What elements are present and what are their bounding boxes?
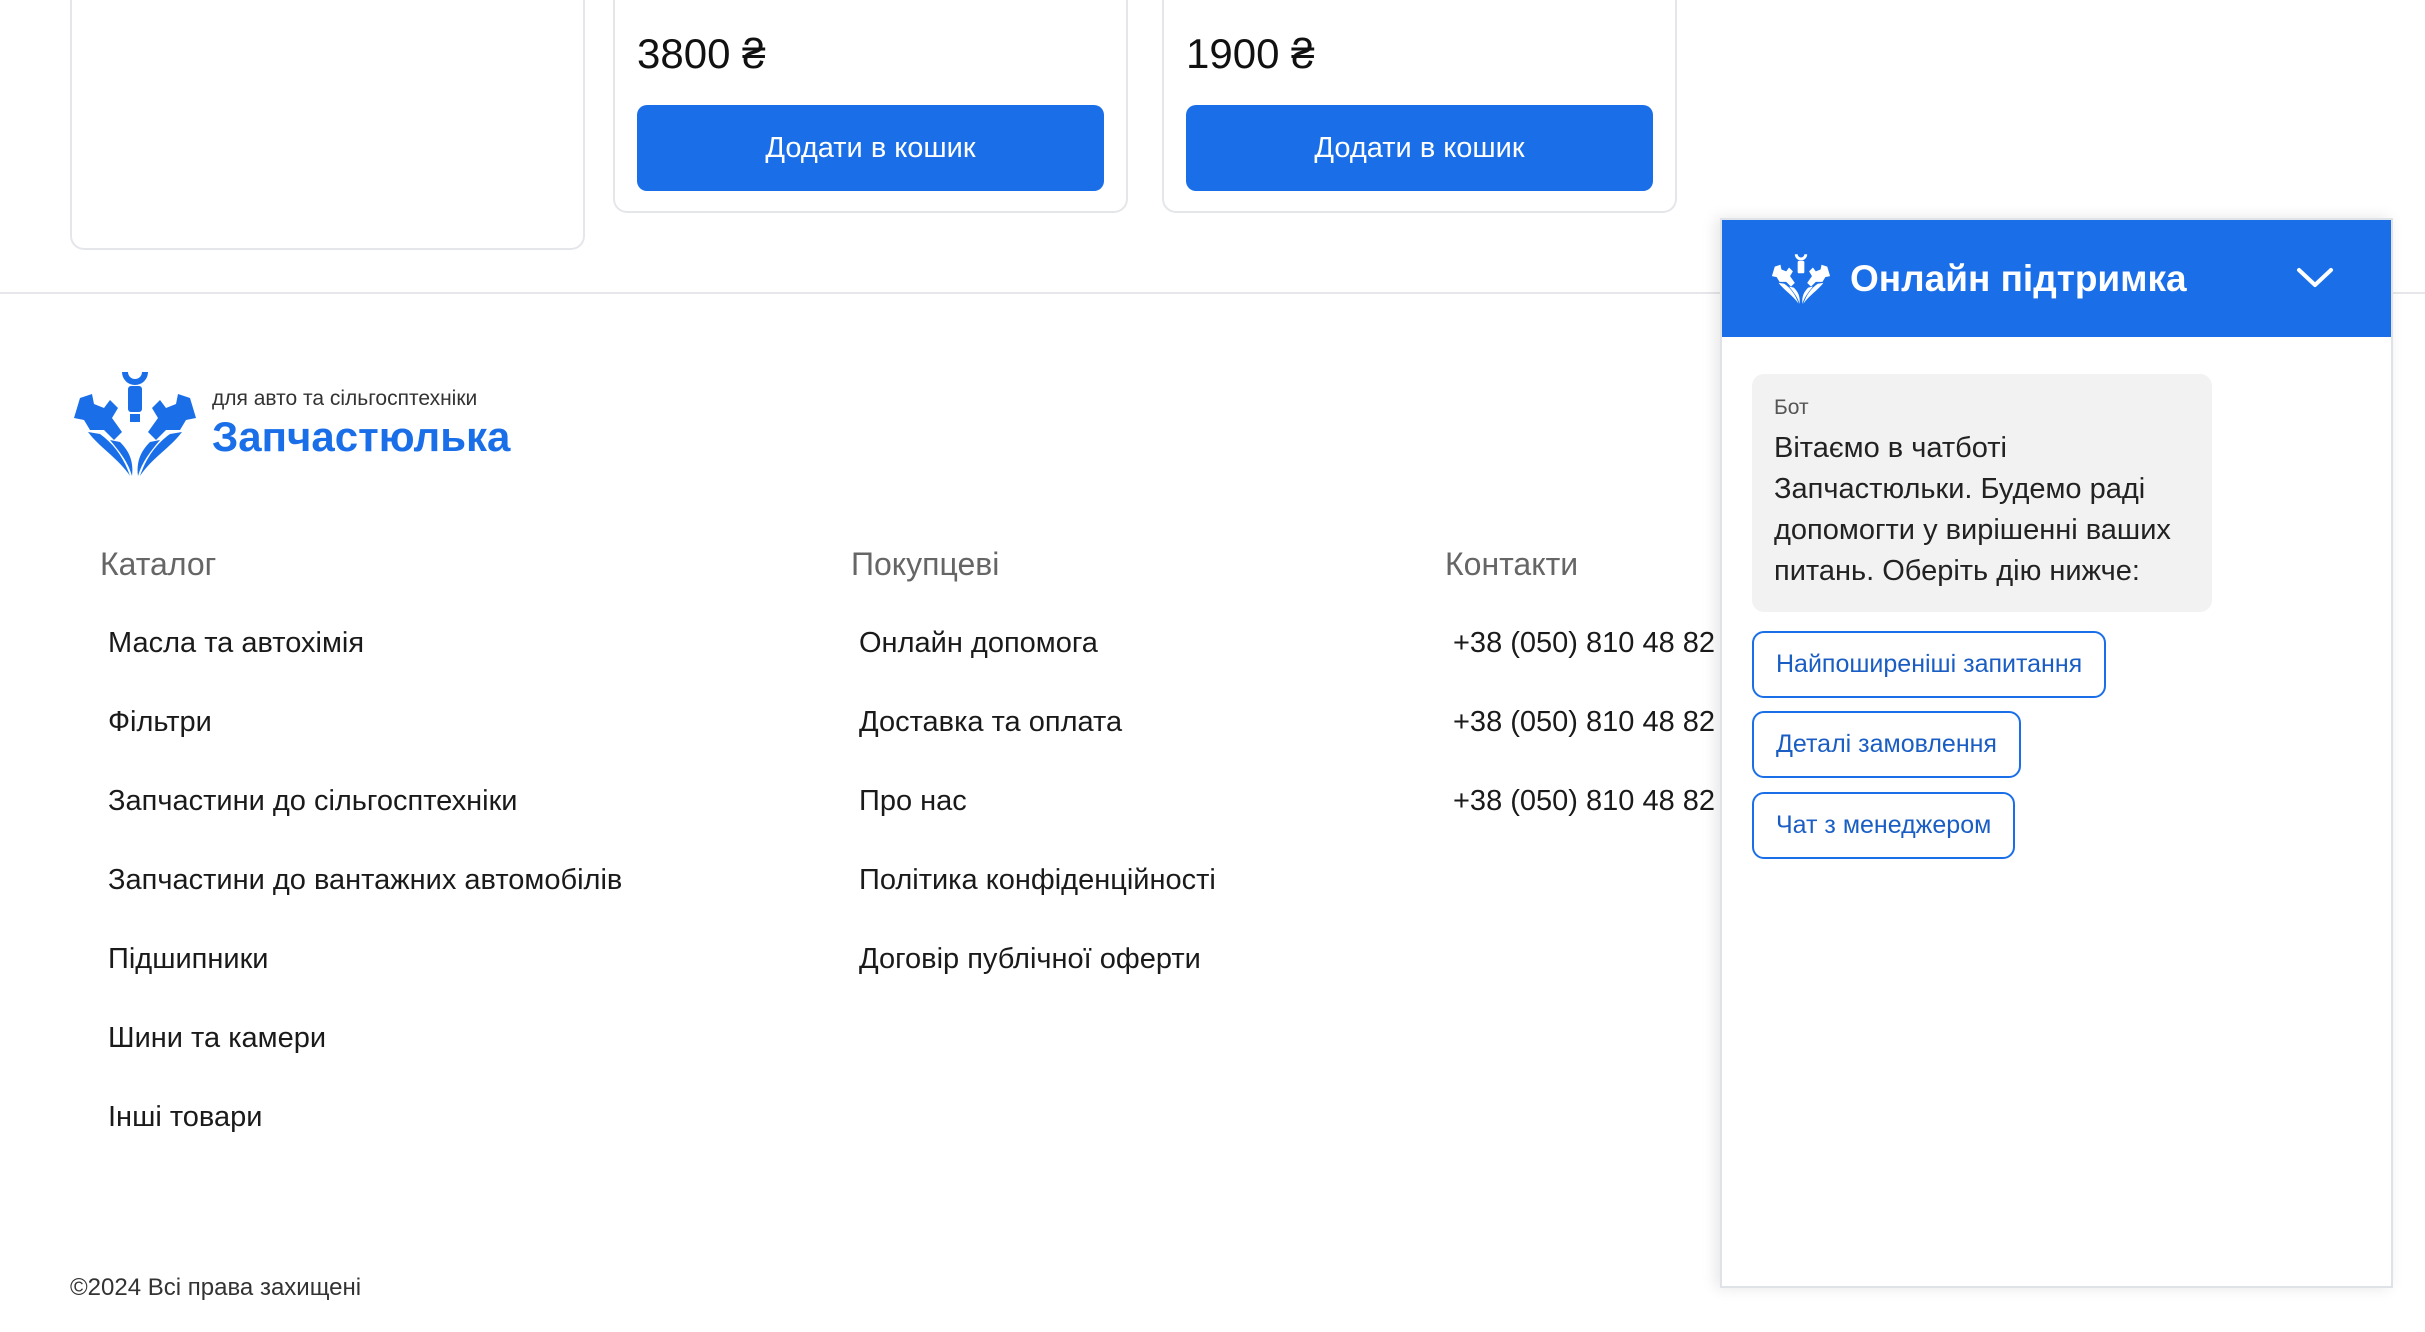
column-title: Контакти [1445, 546, 1579, 582]
footer-column-contacts: Контакти +38 (050) 810 48 82 +38 (050) 8… [1445, 546, 1715, 862]
logo-name: Запчастюлька [212, 413, 511, 460]
support-chat-widget: Онлайн підтримка Бот Вітаємо в чатботі З… [1720, 218, 2393, 1288]
chat-with-manager-button[interactable]: Чат з менеджером [1752, 792, 2016, 859]
product-card [70, 0, 585, 250]
footer-link[interactable]: Підшипники [108, 941, 622, 1020]
order-details-button[interactable]: Деталі замовлення [1752, 711, 2021, 778]
chevron-down-icon[interactable] [2295, 262, 2335, 292]
product-price: 1900 ₴ [1186, 30, 1315, 77]
footer-link[interactable]: Інші товари [108, 1099, 622, 1178]
product-price: 3800 ₴ [637, 30, 766, 77]
chat-title: Онлайн підтримка [1850, 257, 2187, 299]
chat-header[interactable]: Онлайн підтримка [1722, 220, 2391, 337]
footer-link[interactable]: Онлайн допомога [859, 625, 1216, 704]
add-to-cart-button[interactable]: Додати в кошик [637, 105, 1104, 191]
footer-link[interactable]: Шини та камери [108, 1020, 622, 1099]
copyright: ©2024 Всі права захищені [70, 1274, 362, 1301]
message-sender: Бот [1774, 396, 1809, 419]
footer-column-buyers: Покупцеві Онлайн допомога Доставка та оп… [851, 546, 1216, 1020]
footer-link[interactable]: Про нас [859, 783, 1216, 862]
footer-link[interactable]: Договір публічної оферти [859, 941, 1216, 1020]
column-title: Каталог [100, 546, 217, 582]
phone-link[interactable]: +38 (050) 810 48 82 [1453, 783, 1715, 862]
footer-link[interactable]: Політика конфіденційності [859, 862, 1216, 941]
logo-subtitle: для авто та сільгосптехніки [212, 387, 478, 410]
footer-link[interactable]: Фільтри [108, 704, 622, 783]
footer-link[interactable]: Запчастини до сільгосптехніки [108, 783, 622, 862]
faq-button[interactable]: Найпоширеніші запитання [1752, 631, 2107, 698]
product-card: 1900 ₴ Додати в кошик [1162, 0, 1677, 213]
gear-wrench-logo-icon [74, 372, 196, 476]
footer-link[interactable]: Доставка та оплата [859, 704, 1216, 783]
column-title: Покупцеві [851, 546, 1000, 582]
message-text: Вітаємо в чатботі Запчастюльки. Будемо р… [1774, 432, 2171, 587]
add-to-cart-button[interactable]: Додати в кошик [1186, 105, 1653, 191]
product-card: 3800 ₴ Додати в кошик [613, 0, 1128, 213]
phone-link[interactable]: +38 (050) 810 48 82 [1453, 704, 1715, 783]
phone-link[interactable]: +38 (050) 810 48 82 [1453, 625, 1715, 704]
footer-link[interactable]: Запчастини до вантажних автомобілів [108, 862, 622, 941]
bot-message: Бот Вітаємо в чатботі Запчастюльки. Буде… [1752, 374, 2212, 612]
footer-logo[interactable]: для авто та сільгосптехніки Запчастюлька [70, 368, 510, 480]
footer-column-catalog: Каталог Масла та автохімія Фільтри Запча… [100, 546, 622, 1178]
gear-wrench-logo-icon [1771, 253, 1831, 304]
footer-link[interactable]: Масла та автохімія [108, 625, 622, 704]
